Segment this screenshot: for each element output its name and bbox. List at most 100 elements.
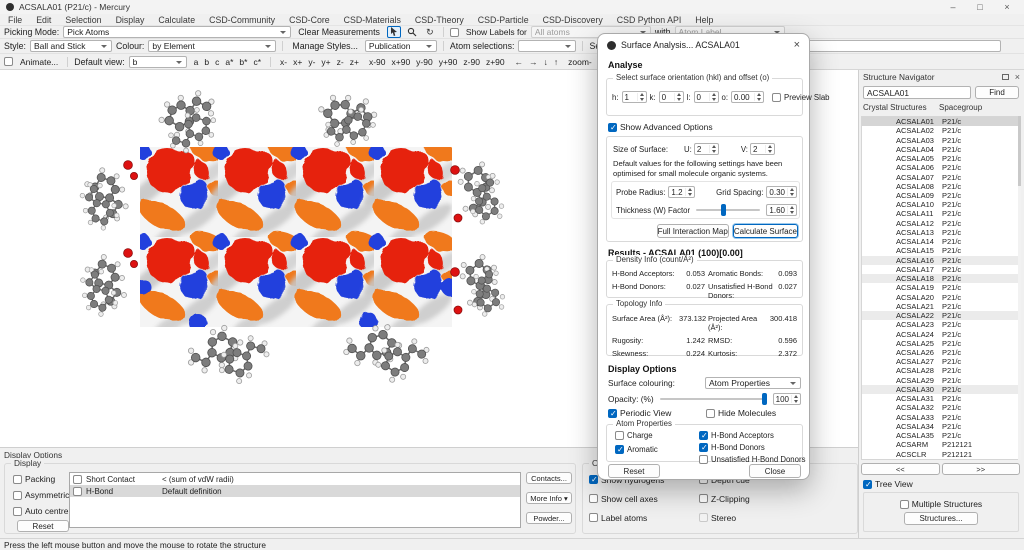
display-reset-button[interactable]: Reset bbox=[17, 520, 69, 532]
dialog-reset-button[interactable]: Reset bbox=[608, 464, 660, 478]
structure-list-item[interactable]: ACSALA18 P21/c bbox=[862, 274, 1019, 283]
menu-item[interactable]: Selection bbox=[65, 15, 101, 25]
list-scrollbar[interactable] bbox=[1018, 116, 1021, 460]
dialog-close-button[interactable]: Close bbox=[749, 464, 801, 478]
contact-row[interactable]: H-Bond Default definition bbox=[70, 485, 520, 497]
animate-checkbox[interactable] bbox=[4, 57, 13, 66]
translate-arrow-button[interactable]: → bbox=[526, 57, 541, 67]
aromatic-checkbox[interactable] bbox=[615, 445, 624, 454]
translate-arrow-button[interactable]: ↓ bbox=[541, 57, 551, 67]
measure-magnifier-icon[interactable] bbox=[405, 26, 419, 38]
auto-centre-checkbox[interactable] bbox=[13, 507, 22, 516]
structure-list-item[interactable]: ACSALA30 P21/c bbox=[862, 385, 1019, 394]
structure-list-item[interactable]: ACSALA06 P21/c bbox=[862, 163, 1019, 172]
structure-list-item[interactable]: ACSALA02 P21/c bbox=[862, 126, 1019, 135]
rotate-step-button[interactable]: x+ bbox=[290, 57, 305, 67]
structure-list-item[interactable]: ACSALA33 P21/c bbox=[862, 413, 1019, 422]
hide-molecules-toggle[interactable]: Hide Molecules bbox=[706, 408, 776, 418]
menu-item[interactable]: Help bbox=[695, 15, 713, 25]
contact-checkbox[interactable] bbox=[73, 487, 82, 496]
menu-item[interactable]: CSD-Core bbox=[289, 15, 330, 25]
show-advanced-toggle[interactable]: Show Advanced Options bbox=[608, 122, 713, 132]
hba-toggle[interactable]: H-Bond Acceptors bbox=[699, 431, 774, 440]
clear-measurements-button[interactable]: Clear Measurements bbox=[295, 27, 383, 37]
axis-view-button[interactable]: b bbox=[201, 57, 212, 67]
viewer-option-checkbox[interactable] bbox=[589, 494, 598, 503]
tree-view-toggle[interactable]: Tree View bbox=[863, 479, 913, 489]
structure-list-item[interactable]: ACSALA25 P21/c bbox=[862, 339, 1019, 348]
contact-checkbox[interactable] bbox=[73, 475, 82, 484]
probe-radius-spinner[interactable]: 1.2 bbox=[668, 186, 694, 198]
next-structure-button[interactable]: >> bbox=[942, 463, 1021, 475]
rotate-step-button[interactable]: y+ bbox=[318, 57, 333, 67]
axis-view-button[interactable]: a bbox=[191, 57, 202, 67]
periodic-view-toggle[interactable]: Periodic View bbox=[608, 408, 671, 418]
aromatic-toggle[interactable]: Aromatic bbox=[615, 445, 658, 454]
structure-list-item[interactable]: ACSALA11 P21/c bbox=[862, 209, 1019, 218]
structure-list-item[interactable]: ACSALA29 P21/c bbox=[862, 376, 1019, 385]
packing-toggle[interactable]: Packing bbox=[13, 474, 55, 484]
minimize-button[interactable]: – bbox=[942, 2, 964, 12]
structure-list-item[interactable]: ACSALA31 P21/c bbox=[862, 394, 1019, 403]
powder-button[interactable]: Powder... bbox=[526, 512, 572, 524]
rotate-90-button[interactable]: x+90 bbox=[389, 57, 414, 67]
menu-item[interactable]: Display bbox=[116, 15, 145, 25]
picking-mode-select[interactable]: Pick Atoms bbox=[63, 26, 291, 38]
u-spinner[interactable]: 2 bbox=[694, 143, 719, 155]
colour-select[interactable]: by Element bbox=[148, 40, 276, 52]
structure-list-item[interactable]: ACSALA17 P21/c bbox=[862, 265, 1019, 274]
uhbd-toggle[interactable]: Unsatisfied H-Bond Donors bbox=[699, 455, 805, 464]
structure-list-item[interactable]: ACSALA14 P21/c bbox=[862, 237, 1019, 246]
rotate-90-button[interactable]: z-90 bbox=[460, 57, 483, 67]
axis-view-button[interactable]: a* bbox=[222, 57, 236, 67]
find-button[interactable]: Find bbox=[975, 86, 1019, 99]
show-advanced-checkbox[interactable] bbox=[608, 123, 617, 132]
rotate-step-button[interactable]: y- bbox=[305, 57, 318, 67]
structure-list-item[interactable]: ACSALA28 P21/c bbox=[862, 366, 1019, 375]
hbd-checkbox[interactable] bbox=[699, 443, 708, 452]
structure-list-item[interactable]: ACSALA15 P21/c bbox=[862, 246, 1019, 255]
col-spacegroup[interactable]: Spacegroup bbox=[939, 103, 982, 115]
packing-checkbox[interactable] bbox=[13, 475, 22, 484]
structure-list-item[interactable]: ACSALA13 P21/c bbox=[862, 228, 1019, 237]
viewer-option-toggle[interactable]: Label atoms bbox=[589, 513, 699, 523]
preview-slab-toggle[interactable]: Preview Slab bbox=[772, 93, 830, 102]
structure-list-item[interactable]: ACSALA01 P21/c bbox=[862, 117, 1019, 126]
translate-arrow-button[interactable]: ↑ bbox=[551, 57, 561, 67]
tree-view-checkbox[interactable] bbox=[863, 480, 872, 489]
atom-selections-select[interactable] bbox=[518, 40, 576, 52]
structure-list-item[interactable]: ACSALA20 P21/c bbox=[862, 292, 1019, 301]
structure-list-item[interactable]: ACSALA23 P21/c bbox=[862, 320, 1019, 329]
charge-toggle[interactable]: Charge bbox=[615, 431, 653, 440]
viewer-option-toggle[interactable]: Z-Clipping bbox=[699, 494, 853, 504]
rotate-mode-icon[interactable]: ↻ bbox=[423, 26, 437, 38]
v-spinner[interactable]: 2 bbox=[750, 143, 775, 155]
structures-button[interactable]: Structures... bbox=[904, 512, 978, 525]
menu-item[interactable]: Calculate bbox=[158, 15, 195, 25]
asymmetric-unit-checkbox[interactable] bbox=[13, 491, 22, 500]
uhbd-checkbox[interactable] bbox=[699, 455, 708, 464]
thickness-spinner[interactable]: 1.60 bbox=[766, 204, 797, 216]
zoom-button[interactable]: zoom- bbox=[565, 57, 595, 67]
structure-list-item[interactable]: ACSALA04 P21/c bbox=[862, 145, 1019, 154]
structure-list-item[interactable]: ACSCLR P212121 bbox=[862, 449, 1019, 458]
structure-list-item[interactable]: ACSALA09 P21/c bbox=[862, 191, 1019, 200]
menu-item[interactable]: CSD-Theory bbox=[415, 15, 464, 25]
pick-hand-icon[interactable] bbox=[387, 26, 401, 38]
opacity-slider[interactable] bbox=[660, 398, 767, 400]
default-view-select[interactable]: b bbox=[129, 56, 187, 68]
menu-item[interactable]: File bbox=[8, 15, 22, 25]
hbd-toggle[interactable]: H-Bond Donors bbox=[699, 443, 765, 452]
h-spinner[interactable]: 1 bbox=[622, 91, 647, 103]
viewer-option-toggle[interactable]: Show cell axes bbox=[589, 494, 699, 504]
style-preset-select[interactable]: Publication bbox=[365, 40, 437, 52]
axis-view-button[interactable]: b* bbox=[236, 57, 250, 67]
more-info-button[interactable]: More Info ▾ bbox=[526, 492, 572, 504]
viewer-option-checkbox[interactable] bbox=[589, 475, 598, 484]
rotate-90-button[interactable]: y-90 bbox=[413, 57, 436, 67]
thickness-slider[interactable] bbox=[696, 209, 760, 211]
structure-list-item[interactable]: ACSALA19 P21/c bbox=[862, 283, 1019, 292]
auto-centre-toggle[interactable]: Auto centre bbox=[13, 506, 68, 516]
multiple-structures-toggle[interactable]: Multiple Structures bbox=[900, 499, 982, 509]
axis-view-button[interactable]: c bbox=[212, 57, 222, 67]
